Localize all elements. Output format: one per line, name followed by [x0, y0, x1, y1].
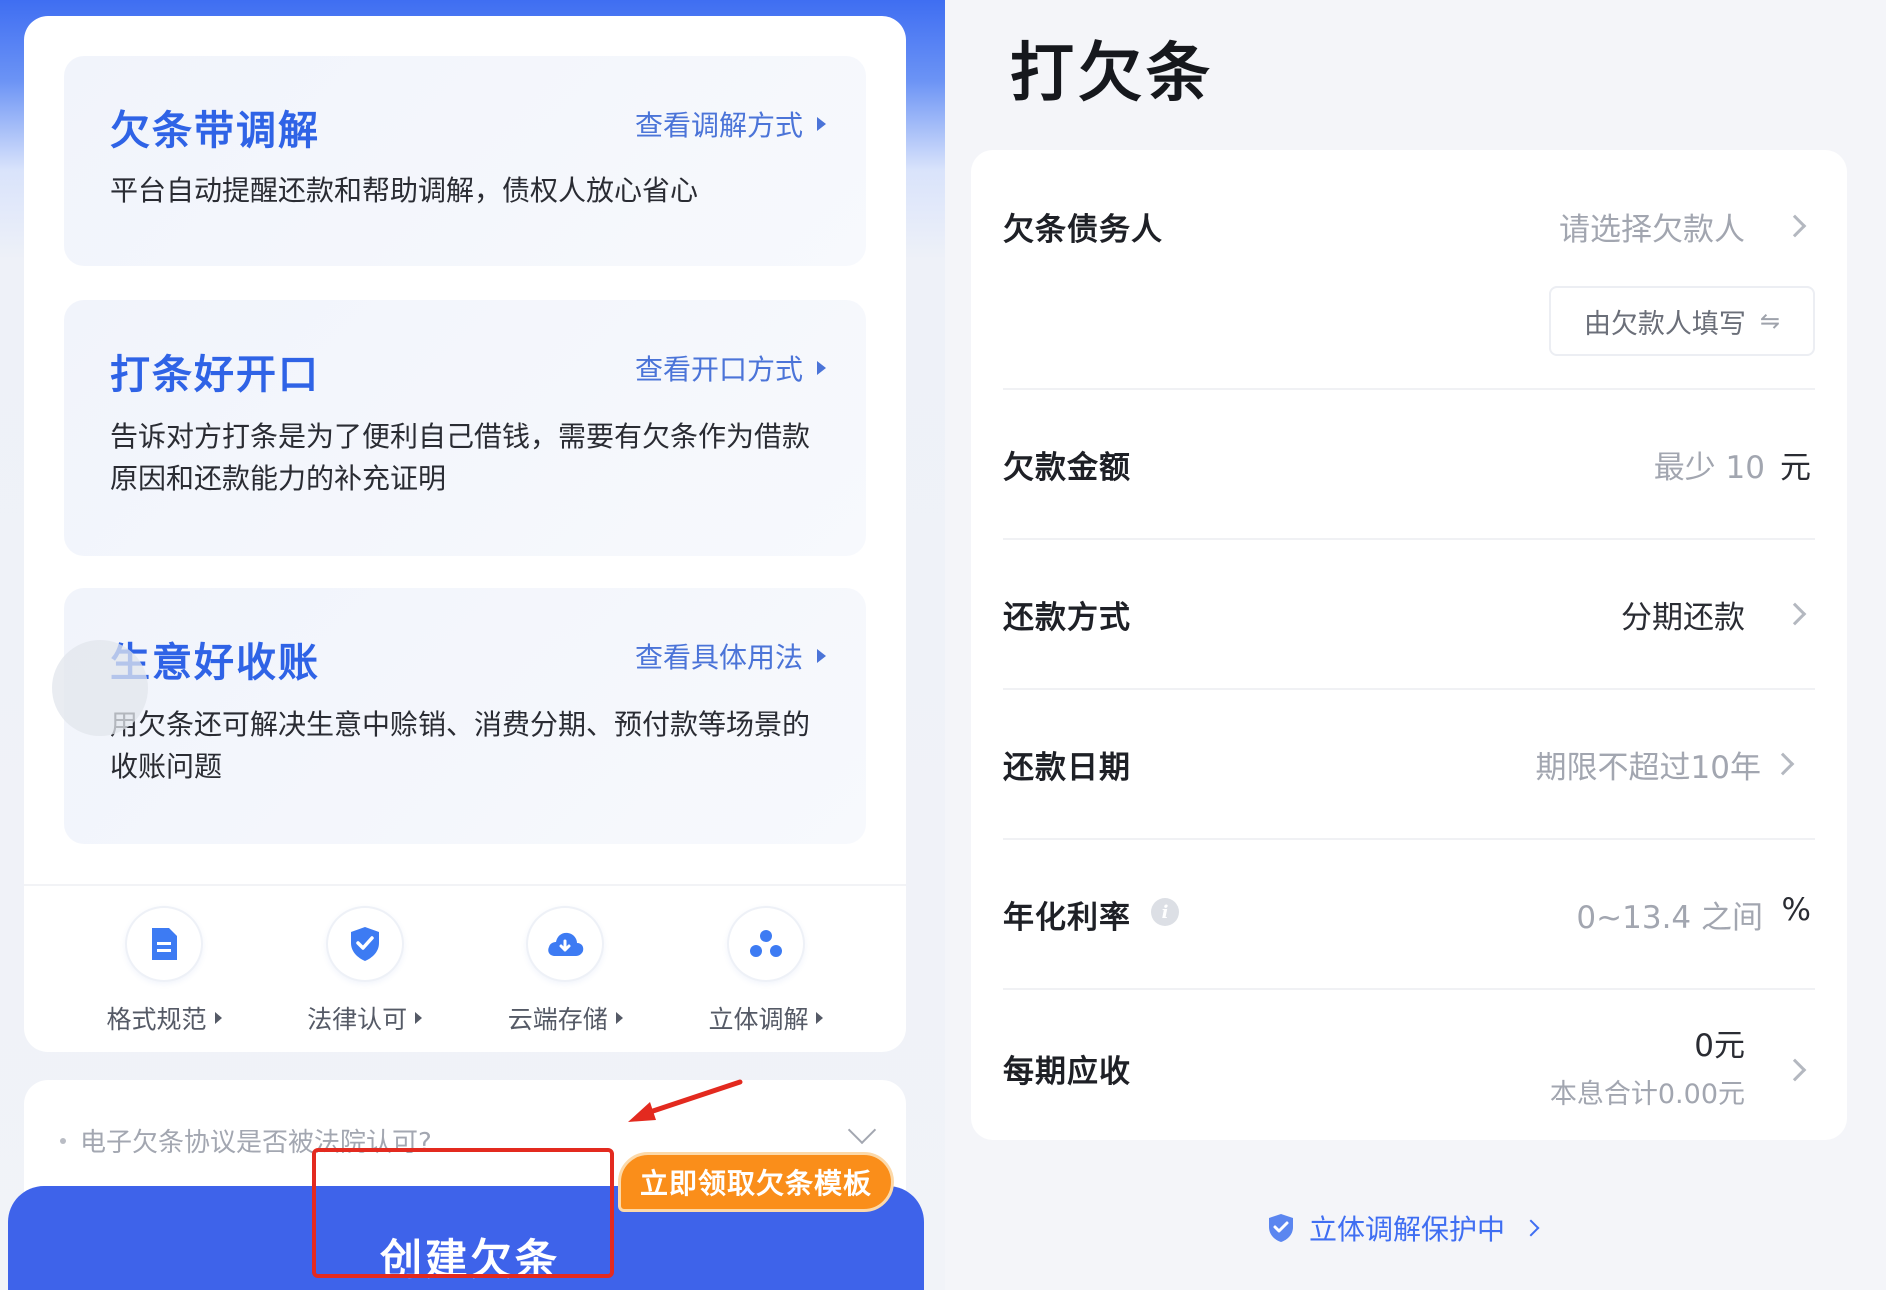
icon-label: 云端存储: [507, 1005, 608, 1034]
chevron-right-icon: [1783, 1058, 1807, 1082]
view-mediation-link[interactable]: 查看调解方式: [635, 104, 826, 144]
page-title: 打欠条: [1010, 37, 1214, 111]
view-usage-link[interactable]: 查看具体用法: [635, 636, 826, 676]
triangle-right-icon: [615, 1012, 623, 1024]
feature-desc: 平台自动提醒还款和帮助调解，债权人放心省心: [110, 174, 699, 207]
feature-card-collection[interactable]: 生意好收账 查看具体用法 用欠条还可解决生意中赊销、消费分期、预付款等场景的收账…: [64, 588, 866, 844]
row-debtor[interactable]: 欠条债务人 请选择欠款人 由欠款人填写 ⇋: [1003, 150, 1815, 390]
row-repay-method[interactable]: 还款方式 分期还款: [1003, 540, 1815, 690]
repay-date-value[interactable]: 期限不超过10年: [1536, 742, 1761, 787]
triangle-right-icon: [817, 649, 826, 663]
triangle-right-icon: [816, 1012, 824, 1024]
icon-item-format[interactable]: 格式规范: [64, 906, 264, 1036]
red-arrow-icon: [628, 1079, 743, 1122]
right-panel: 打欠条 欠条债务人 请选择欠款人 由欠款人填写 ⇋ 欠款金额 最少 10 元 还…: [945, 0, 1886, 1290]
bullet-dot: [60, 1137, 66, 1144]
iou-form-card: 欠条债务人 请选择欠款人 由欠款人填写 ⇋ 欠款金额 最少 10 元 还款方式 …: [971, 150, 1847, 1140]
people-icon: [726, 906, 805, 982]
row-label: 还款方式: [1003, 600, 1131, 636]
divider: [24, 884, 906, 886]
rate-unit: %: [1781, 892, 1811, 928]
row-label: 年化利率: [1003, 900, 1131, 936]
icon-item-cloud[interactable]: 云端存储: [465, 906, 665, 1036]
protection-label: 立体调解保护中: [1309, 1213, 1506, 1246]
icon-item-mediation[interactable]: 立体调解: [666, 906, 866, 1036]
info-icon[interactable]: i: [1151, 898, 1179, 926]
row-per-period[interactable]: 每期应收 0元 本息合计0.00元: [1003, 990, 1815, 1140]
repay-method-value[interactable]: 分期还款: [1621, 592, 1745, 637]
feature-card-mediation[interactable]: 欠条带调解 查看调解方式 平台自动提醒还款和帮助调解，债权人放心省心: [64, 56, 866, 266]
amount-unit: 元: [1780, 450, 1811, 486]
per-period-total: 本息合计0.00元: [1549, 1079, 1745, 1110]
row-rate[interactable]: 年化利率 i 0~13.4 之间 %: [1003, 840, 1815, 990]
filled-by-debtor-button[interactable]: 由欠款人填写 ⇋: [1549, 286, 1815, 356]
shield-check-icon: [325, 906, 404, 982]
sub-button-label: 由欠款人填写: [1583, 308, 1746, 340]
feature-desc: 告诉对方打条是为了便利自己借钱，需要有欠条作为借款原因和还款能力的补充证明: [110, 420, 811, 495]
link-label: 查看具体用法: [634, 641, 803, 674]
features-card: 欠条带调解 查看调解方式 平台自动提醒还款和帮助调解，债权人放心省心 打条好开口…: [24, 16, 906, 1052]
swap-icon: ⇋: [1759, 307, 1781, 335]
per-period-value: 0元: [1694, 1028, 1745, 1064]
row-repay-date[interactable]: 还款日期 期限不超过10年: [1003, 690, 1815, 840]
debtor-placeholder[interactable]: 请选择欠款人: [1559, 204, 1745, 249]
chevron-right-icon: [1783, 214, 1807, 238]
link-label: 查看调解方式: [634, 109, 803, 142]
row-label: 每期应收: [1003, 1054, 1131, 1090]
icon-label: 法律认可: [307, 1005, 408, 1034]
icon-label: 立体调解: [708, 1005, 809, 1034]
row-label: 欠款金额: [1003, 450, 1131, 486]
document-icon: [125, 906, 203, 982]
highlight-box: [312, 1148, 614, 1278]
floating-back-button[interactable]: [52, 640, 148, 736]
icon-label: 格式规范: [106, 1005, 207, 1034]
cloud-download-icon: [526, 906, 605, 982]
view-opening-link[interactable]: 查看开口方式: [635, 348, 826, 388]
row-label: 还款日期: [1003, 750, 1131, 786]
feature-title: 打条好开口: [110, 352, 320, 398]
triangle-right-icon: [817, 361, 826, 375]
icon-item-legal[interactable]: 法律认可: [265, 906, 465, 1036]
feature-card-opening[interactable]: 打条好开口 查看开口方式 告诉对方打条是为了便利自己借钱，需要有欠条作为借款原因…: [64, 300, 866, 556]
triangle-right-icon: [415, 1012, 423, 1024]
triangle-right-icon: [214, 1012, 222, 1024]
get-template-tag[interactable]: 立即领取欠条模板: [618, 1152, 894, 1212]
chevron-right-icon: [1771, 752, 1795, 776]
rate-input[interactable]: 0~13.4 之间: [1576, 892, 1763, 937]
shield-check-icon: [1269, 1214, 1293, 1242]
chevron-down-icon[interactable]: [847, 1115, 877, 1145]
amount-input[interactable]: 最少 10: [1654, 442, 1765, 487]
link-label: 查看开口方式: [634, 353, 803, 386]
chevron-right-icon: [1522, 1219, 1540, 1237]
row-amount[interactable]: 欠款金额 最少 10 元: [1003, 390, 1815, 540]
triangle-right-icon: [817, 117, 826, 131]
protection-link[interactable]: 立体调解保护中: [1267, 1208, 1540, 1248]
left-panel: 欠条带调解 查看调解方式 平台自动提醒还款和帮助调解，债权人放心省心 打条好开口…: [0, 0, 945, 1290]
feature-desc: 用欠条还可解决生意中赊销、消费分期、预付款等场景的收账问题: [110, 708, 811, 783]
chevron-right-icon: [1783, 602, 1807, 626]
row-label: 欠条债务人: [1003, 212, 1163, 248]
feature-title: 欠条带调解: [110, 108, 320, 154]
feature-icons-row: 格式规范 法律认可 云端存储 立体调解: [64, 906, 866, 1036]
